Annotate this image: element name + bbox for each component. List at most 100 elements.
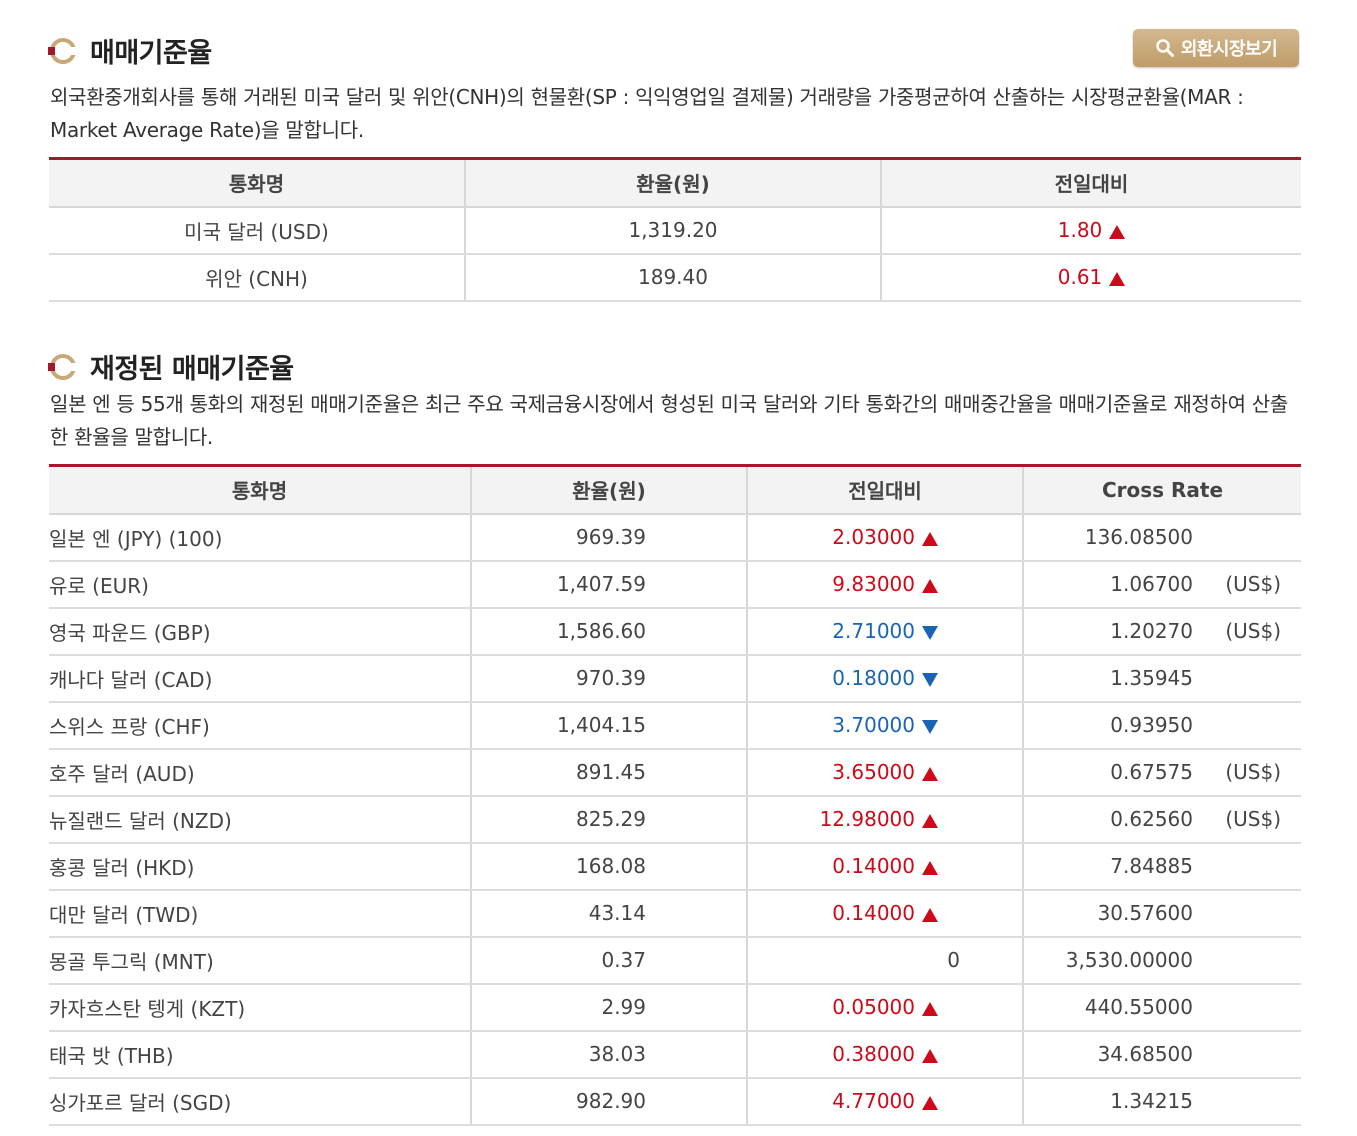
cross-rate-cell: 0.93950 xyxy=(1022,701,1301,750)
table-row: 홍콩 달러 (HKD) 168.08 0.14000 7.84885 xyxy=(49,842,1301,891)
cross-rate-cell: 1.34215 xyxy=(1022,1077,1301,1126)
change-cell: 0.05000 xyxy=(746,983,1023,1032)
cross-rate-value: 30.57600 xyxy=(1097,901,1193,925)
triangle-up-icon xyxy=(1109,224,1126,239)
cross-rate-value: 3,530.00000 xyxy=(1065,948,1193,972)
section-bullet-icon xyxy=(48,37,78,64)
table-row: 태국 밧 (THB) 38.03 0.38000 34.68500 xyxy=(49,1030,1301,1079)
change-value: 0.61 xyxy=(1057,265,1103,289)
currency-name: 싱가포르 달러 (SGD) xyxy=(49,1077,471,1126)
basic-rate-table: 통화명 환율(원) 전일대비 미국 달러 (USD) 1,319.20 1.80 위안… xyxy=(49,157,1301,302)
table-header-row: 통화명 환율(원) 전일대비 Cross Rate xyxy=(49,464,1301,515)
table-row: 호주 달러 (AUD) 891.45 3.65000 0.67575 (US$) xyxy=(49,748,1301,797)
rate-value: 1,404.15 xyxy=(470,701,747,750)
section-description: 일본 엔 등 55개 통화의 재정된 매매기준율은 최근 주요 국제금융시장에서… xyxy=(50,392,1288,449)
header-cross-rate: Cross Rate xyxy=(1022,464,1301,515)
table-row: 위안 (CNH) 189.40 0.61 xyxy=(49,253,1301,302)
cross-rate-cell: 1.06700 (US$) xyxy=(1022,560,1301,609)
rate-value: 825.29 xyxy=(470,795,747,844)
triangle-up-icon xyxy=(922,813,938,828)
cross-rate-value: 7.84885 xyxy=(1110,854,1193,878)
triangle-down-icon xyxy=(922,719,938,734)
rate-value: 0.37 xyxy=(470,936,747,985)
cross-rate-value: 0.93950 xyxy=(1110,713,1193,737)
change-cell: 9.83000 xyxy=(746,560,1023,609)
change-value: 0.05000 xyxy=(832,995,915,1019)
section-title: 재정된 매매기준율 xyxy=(90,354,294,385)
rate-value: 982.90 xyxy=(470,1077,747,1126)
change-value: 4.77000 xyxy=(832,1089,915,1113)
cross-rate-cell: 3,530.00000 xyxy=(1022,936,1301,985)
currency-name: 태국 밧 (THB) xyxy=(49,1030,471,1079)
currency-name: 호주 달러 (AUD) xyxy=(49,748,471,797)
change-cell: 0 xyxy=(746,936,1023,985)
triangle-up-icon xyxy=(922,1001,938,1016)
fx-market-button[interactable]: 외환시장보기 xyxy=(1133,29,1299,67)
table-row: 대만 달러 (TWD) 43.14 0.14000 30.57600 xyxy=(49,889,1301,938)
cross-rate-value: 136.08500 xyxy=(1084,525,1193,549)
change-value: 12.98000 xyxy=(819,807,915,831)
change-cell: 12.98000 xyxy=(746,795,1023,844)
change-value: 0.38000 xyxy=(832,1042,915,1066)
triangle-up-icon xyxy=(922,531,938,546)
change-cell: 0.14000 xyxy=(746,889,1023,938)
currency-name: 카자흐스탄 텡게 (KZT) xyxy=(49,983,471,1032)
table-row: 몽골 투그릭 (MNT) 0.37 0 3,530.00000 xyxy=(49,936,1301,985)
header-currency: 통화명 xyxy=(49,157,465,208)
rate-value: 43.14 xyxy=(470,889,747,938)
triangle-up-icon xyxy=(922,766,938,781)
section-title: 매매기준율 xyxy=(90,38,212,69)
table-row: 미국 달러 (USD) 1,319.20 1.80 xyxy=(49,206,1301,255)
search-icon xyxy=(1156,39,1174,57)
rate-value: 1,319.20 xyxy=(464,206,881,255)
change-value: 0 xyxy=(947,948,960,972)
change-cell: 0.18000 xyxy=(746,654,1023,703)
cross-rate-value: 1.20270 xyxy=(1110,619,1193,643)
triangle-up-icon xyxy=(922,578,938,593)
change-value: 0.14000 xyxy=(832,901,915,925)
section-description: 외국환중개회사를 통해 거래된 미국 달러 및 위안(CNH)의 현물환(SP … xyxy=(50,85,1244,142)
rate-value: 38.03 xyxy=(470,1030,747,1079)
cross-rate-cell: 440.55000 xyxy=(1022,983,1301,1032)
change-cell: 2.03000 xyxy=(746,513,1023,562)
cross-rate-unit: (US$) xyxy=(1225,619,1281,643)
triangle-down-icon xyxy=(922,625,938,640)
currency-name: 일본 엔 (JPY) (100) xyxy=(49,513,471,562)
change-cell: 0.38000 xyxy=(746,1030,1023,1079)
currency-name: 캐나다 달러 (CAD) xyxy=(49,654,471,703)
cross-rate-value: 34.68500 xyxy=(1097,1042,1193,1066)
cross-rate-cell: 0.67575 (US$) xyxy=(1022,748,1301,797)
rate-value: 168.08 xyxy=(470,842,747,891)
cross-rate-value: 0.62560 xyxy=(1110,807,1193,831)
currency-name: 영국 파운드 (GBP) xyxy=(49,607,471,656)
cross-rate-value: 440.55000 xyxy=(1084,995,1193,1019)
table-header-row: 통화명 환율(원) 전일대비 xyxy=(49,157,1301,208)
cross-rate-value: 0.67575 xyxy=(1110,760,1193,784)
header-currency: 통화명 xyxy=(49,464,471,515)
cross-rate-value: 1.35945 xyxy=(1110,666,1193,690)
change-value: 2.71000 xyxy=(832,619,915,643)
rate-value: 2.99 xyxy=(470,983,747,1032)
table-row: 영국 파운드 (GBP) 1,586.60 2.71000 1.20270 (US$) xyxy=(49,607,1301,656)
cross-rate-unit: (US$) xyxy=(1225,572,1281,596)
currency-name: 몽골 투그릭 (MNT) xyxy=(49,936,471,985)
table-row: 유로 (EUR) 1,407.59 9.83000 1.06700 (US$) xyxy=(49,560,1301,609)
table-row: 일본 엔 (JPY) (100) 969.39 2.03000 136.08500 xyxy=(49,513,1301,562)
currency-name: 대만 달러 (TWD) xyxy=(49,889,471,938)
section-header-arbitrated-rate: 재정된 매매기준율 xyxy=(48,347,294,386)
header-rate: 환율(원) xyxy=(470,464,747,515)
cross-rate-cell: 136.08500 xyxy=(1022,513,1301,562)
header-change: 전일대비 xyxy=(880,157,1301,208)
currency-name: 홍콩 달러 (HKD) xyxy=(49,842,471,891)
currency-name: 미국 달러 (USD) xyxy=(49,206,465,255)
change-cell: 3.65000 xyxy=(746,748,1023,797)
triangle-up-icon xyxy=(1109,271,1126,286)
currency-name: 스위스 프랑 (CHF) xyxy=(49,701,471,750)
change-cell: 4.77000 xyxy=(746,1077,1023,1126)
arbitrated-rate-table: 통화명 환율(원) 전일대비 Cross Rate 일본 엔 (JPY) (10… xyxy=(49,464,1301,1126)
cross-rate-cell: 0.62560 (US$) xyxy=(1022,795,1301,844)
section-header-basic-rate: 매매기준율 xyxy=(48,31,212,70)
triangle-up-icon xyxy=(922,1095,938,1110)
table-row: 카자흐스탄 텡게 (KZT) 2.99 0.05000 440.55000 xyxy=(49,983,1301,1032)
change-value: 1.80 xyxy=(1057,218,1103,242)
